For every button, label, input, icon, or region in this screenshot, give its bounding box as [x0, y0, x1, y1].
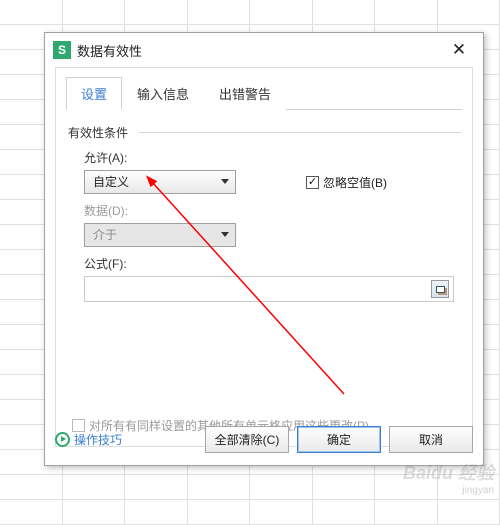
- tips-link[interactable]: 操作技巧: [55, 431, 122, 448]
- formula-input[interactable]: [84, 276, 454, 302]
- dialog-body: 设置 输入信息 出错警告 有效性条件 允许(A): 自定义 ✓ 忽略空值(B) …: [55, 67, 473, 447]
- watermark: Baidu 经验 jingyan: [403, 459, 494, 496]
- app-icon: S: [53, 41, 71, 59]
- allow-select[interactable]: 自定义: [84, 170, 236, 194]
- cancel-button[interactable]: 取消: [389, 426, 473, 453]
- checkbox-icon: ✓: [306, 176, 319, 189]
- data-validation-dialog: S 数据有效性 ✕ 设置 输入信息 出错警告 有效性条件 允许(A): 自定义 …: [44, 32, 484, 466]
- allow-select-value: 自定义: [93, 175, 129, 189]
- data-select: 介于: [84, 223, 236, 247]
- ignore-blank-checkbox[interactable]: ✓ 忽略空值(B): [306, 174, 387, 191]
- group-divider: [138, 132, 462, 133]
- range-picker-button[interactable]: [431, 280, 449, 298]
- tab-error-alert[interactable]: 出错警告: [204, 77, 286, 110]
- dialog-footer: 操作技巧 全部清除(C) 确定 取消: [55, 423, 473, 455]
- watermark-brand: Baidu 经验: [403, 463, 494, 483]
- data-label: 数据(D):: [84, 202, 462, 219]
- criteria-group-text: 有效性条件: [68, 126, 128, 140]
- tabs: 设置 输入信息 出错警告: [66, 76, 462, 110]
- tab-settings[interactable]: 设置: [66, 77, 122, 110]
- ignore-blank-label: 忽略空值(B): [323, 174, 387, 191]
- watermark-sub: jingyan: [403, 485, 494, 496]
- chevron-down-icon: [221, 232, 229, 237]
- tips-label: 操作技巧: [74, 431, 122, 448]
- play-icon: [55, 432, 70, 447]
- tab-input-message[interactable]: 输入信息: [122, 77, 204, 110]
- dialog-title: 数据有效性: [77, 41, 142, 60]
- titlebar: S 数据有效性 ✕: [45, 33, 483, 67]
- formula-label: 公式(F):: [84, 255, 462, 272]
- chevron-down-icon: [221, 179, 229, 184]
- ok-button[interactable]: 确定: [297, 426, 381, 453]
- allow-label: 允许(A):: [84, 149, 462, 166]
- range-picker-icon: [436, 286, 445, 293]
- data-select-value: 介于: [93, 228, 117, 242]
- clear-all-button[interactable]: 全部清除(C): [205, 426, 289, 453]
- criteria-group-label: 有效性条件: [68, 124, 462, 141]
- close-button[interactable]: ✕: [441, 36, 477, 64]
